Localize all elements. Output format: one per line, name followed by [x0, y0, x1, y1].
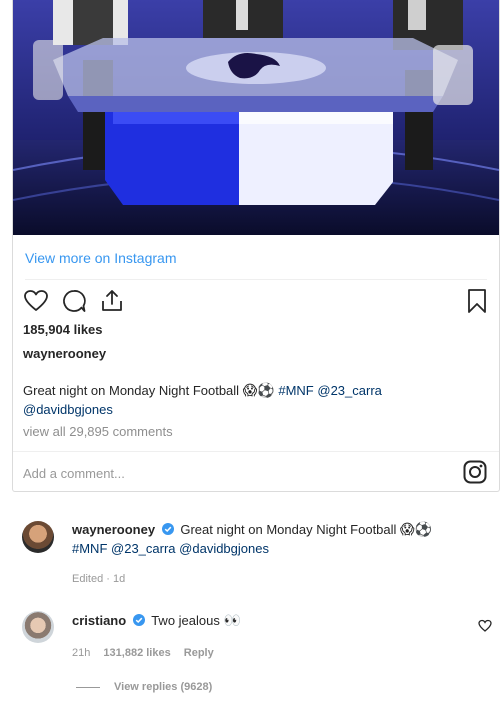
add-comment-input[interactable]: Add a comment... — [23, 466, 125, 481]
comment-meta: 21h 131,882 likes Reply — [72, 647, 214, 659]
caption-emoji: 😱⚽ — [242, 383, 275, 399]
mention-davidbgjones[interactable]: @davidbgjones — [23, 402, 113, 417]
caption-text: Great night on Monday Night Football — [23, 383, 240, 398]
instagram-embed: View more on Instagram 185,904 likes way… — [12, 0, 500, 492]
view-replies-label: View replies (9628) — [114, 681, 213, 693]
bookmark-icon[interactable] — [465, 288, 489, 314]
comment-username[interactable]: waynerooney — [72, 522, 155, 537]
share-icon[interactable] — [99, 288, 125, 314]
instagram-icon[interactable] — [463, 460, 487, 484]
hashtag-mnf[interactable]: #MNF — [278, 383, 313, 398]
view-more-link[interactable]: View more on Instagram — [25, 250, 176, 266]
replies-dash — [76, 686, 100, 688]
post-caption: Great night on Monday Night Football 😱⚽ … — [23, 381, 443, 419]
post-photo[interactable] — [13, 0, 499, 235]
avatar[interactable] — [22, 521, 54, 553]
view-all-comments-link[interactable]: view all 29,895 comments — [23, 424, 173, 439]
mention-carra[interactable]: @23_carra — [111, 541, 176, 556]
comment-time: 21h — [72, 647, 91, 659]
view-replies-link[interactable]: View replies (9628) — [76, 681, 212, 693]
mention-davidbgjones[interactable]: @davidbgjones — [179, 541, 269, 556]
comment-username[interactable]: cristiano — [72, 613, 126, 628]
likes-count[interactable]: 185,904 likes — [23, 322, 103, 337]
comment-icon[interactable] — [61, 288, 87, 314]
like-comment-heart-icon[interactable] — [478, 619, 492, 633]
comment-emoji: 👀 — [223, 613, 241, 629]
mention-carra[interactable]: @23_carra — [317, 383, 382, 398]
comment-2: cristiano Two jealous 👀 — [72, 611, 452, 630]
comment-text: Two jealous — [151, 613, 220, 628]
comment-meta: Edited · 1d — [72, 573, 126, 585]
comment-emoji: 😱⚽ — [400, 522, 433, 538]
action-bar — [23, 288, 125, 314]
verified-badge-icon — [161, 523, 174, 535]
post-username[interactable]: waynerooney — [23, 346, 106, 361]
divider — [13, 451, 499, 452]
comment-likes[interactable]: 131,882 likes — [103, 647, 170, 659]
hashtag-mnf[interactable]: #MNF — [72, 541, 107, 556]
heart-icon[interactable] — [23, 288, 49, 314]
reply-button[interactable]: Reply — [184, 647, 214, 659]
avatar[interactable] — [22, 611, 54, 643]
comment-text: Great night on Monday Night Football — [180, 522, 397, 537]
comment-1: waynerooney Great night on Monday Night … — [72, 520, 492, 558]
verified-badge-icon — [132, 614, 145, 626]
divider — [25, 279, 487, 280]
